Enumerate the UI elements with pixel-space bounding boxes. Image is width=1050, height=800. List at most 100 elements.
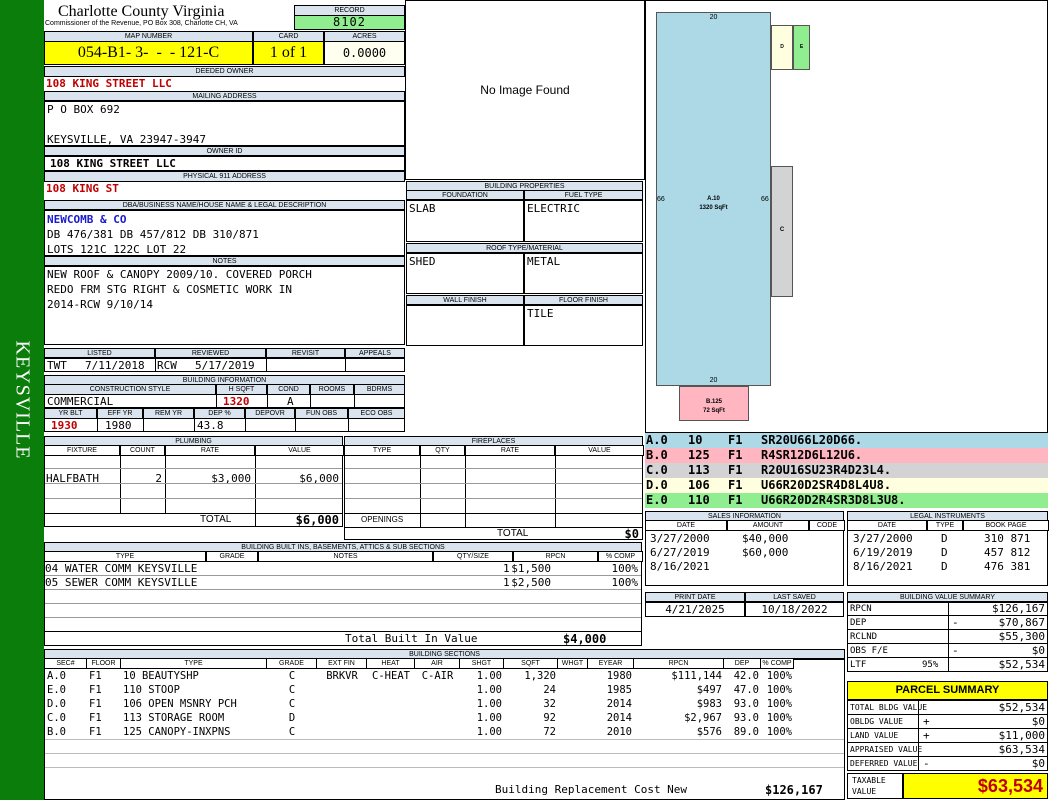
section-cell-type: 106 OPEN MSNRY PCH [123,698,237,710]
section-cell-floor: F1 [89,670,102,682]
section-empty-row [45,767,844,781]
notes-line-1: NEW ROOF & CANOPY 2009/10. COVERED PORCH [47,268,312,281]
parcel-summary-table: TOTAL BLDG VALUE $52,534 OBLDG VALUE + $… [847,700,1048,771]
section-row: D.0 F1 106 OPEN MSNRY PCH C 1.00 32 2014 $983 93… [45,697,844,711]
sketch-right-dim: 66 [761,196,769,203]
depreciation: 43.8 [197,419,224,432]
wall-finish-value [406,304,524,346]
section-cell-comp: 100% [766,684,792,696]
sections-col-header: FLOOR [86,658,121,669]
section-cell-shgt: 1.00 [476,712,502,724]
fireplaces-table: TYPE QTY RATE VALUE OPENINGS TOTAL $0 [344,445,644,541]
section-cell-dep: 93.0 [733,698,759,710]
deeded-owner-label: DEEDED OWNER [44,66,405,77]
section-cell-type: 125 CANOPY-INXPNS [123,726,231,738]
section-cell-sqft: 32 [543,698,556,710]
section-cell-comp: 100% [766,670,792,682]
plumbing-total: $6,000 [295,513,339,527]
sketch-b-area: 72 SqFt [703,408,725,414]
sale-amount: $60,000 [742,546,789,559]
taxable-label-box: TAXABLE VALUE [847,773,903,799]
sections-col-header: SEC# [44,658,87,669]
notes-line-2: REDO FRM STG RIGHT & COSMETIC WORK IN [47,283,293,296]
fuel-type-value: ELECTRIC [524,199,643,242]
reviewed-date: 5/17/2019 [195,359,255,372]
section-cell-ext: BRKVR [326,670,358,682]
builtin-total: $4,000 [563,632,607,646]
section-cell-sqft: 92 [543,712,556,724]
fireplace-openings-label: OPENINGS [361,515,404,524]
legal-line-1: DB 476/381 DB 457/812 DB 310/871 [47,228,259,241]
section-cell-grade: C [288,698,296,710]
section-cell-eyear: 2010 [606,726,632,738]
value-row: DEP - $70,867 [847,615,1048,630]
listed-by: TWT [47,359,67,372]
parcel-row: LAND VALUE + $11,000 [847,728,1048,743]
sections-col-header: % COMP [760,658,794,669]
parcel-row: APPRAISED VALUE $63,534 [847,742,1048,757]
plumbing-total-label: TOTAL [200,514,232,525]
sections-header: SEC# FLOOR TYPE GRADE EXT FIN HEAT AIR SHGT SQFT… [44,658,844,669]
construction-row: COMMERCIAL 1320 A [44,394,405,408]
sketch-section-b: B.125 72 SqFt [679,386,749,421]
builtin-type: 04 WATER COMM KEYSVILLE [45,562,198,575]
notes-box: NEW ROOF & CANOPY 2009/10. COVERED PORCH… [44,265,405,345]
sketch-c-label: C [779,227,785,233]
sketch-e-label: E [799,44,804,50]
sale-date: 8/16/2021 [650,560,710,573]
location-sidebar: KEYSVILLE [0,0,44,800]
section-cell-rpcn: $2,967 [684,712,722,724]
builtin-rpcn: $1,500 [511,562,551,575]
sketch-codes: A.0 10 F1 SR20U66L20D66. B.0 125 F1 R4SR… [645,433,1048,508]
section-cell-grade: C [288,684,296,696]
sketch-code-row: B.0 125 F1 R4SR12D6L12U6. [645,448,1048,463]
section-cell-rpcn: $983 [696,698,722,710]
parcel-row: OBLDG VALUE + $0 [847,714,1048,729]
sections-col-header: SQFT [503,658,558,669]
section-cell-floor: F1 [89,726,102,738]
builtin-type: 05 SEWER COMM KEYSVILLE [45,576,198,589]
section-cell-comp: 100% [766,698,792,710]
year-row: 1930 1980 43.8 [44,418,405,432]
builtins-table: TYPE GRADE NOTES QTY/SIZE RPCN % COMP 04… [44,551,643,646]
section-cell-dep: 47.0 [733,684,759,696]
replacement-cost: $126,167 [765,783,823,797]
section-cell-shgt: 1.00 [476,684,502,696]
section-cell-eyear: 1980 [606,670,632,682]
section-cell-sec: B.0 [47,726,66,738]
value-row: RCLND $55,300 [847,629,1048,644]
deeded-owner: 108 KING STREET LLC [46,77,172,90]
section-cell-floor: F1 [89,684,102,696]
section-cell-type: 10 BEAUTYSHP [123,670,199,682]
section-cell-comp: 100% [766,726,792,738]
floor-finish-value: TILE [524,304,643,346]
section-row: B.0 F1 125 CANOPY-INXPNS C 1.00 72 2010 $576 89.… [45,725,844,739]
sketch-d-label: D [780,44,784,50]
value-row: LTF 95% $52,534 [847,657,1048,672]
sections-rows: A.0 F1 10 BEAUTYSHP C BRKVR C-HEAT C-AIR 1.00 1,… [45,669,844,781]
physical-address-label: PHYSICAL 911 ADDRESS [44,171,405,182]
section-cell-eyear: 2014 [606,712,632,724]
sketch-a-area: 1320 SqFt [699,205,728,211]
section-cell-shgt: 1.00 [476,698,502,710]
section-cell-shgt: 1.00 [476,670,502,682]
sections-col-header: EYEAR [587,658,634,669]
building-sections-table: SEC# FLOOR TYPE GRADE EXT FIN HEAT AIR SHGT SQFT… [44,658,845,800]
physical-address: 108 KING ST [46,182,119,195]
value-row: RPCN $126,167 [847,601,1048,616]
section-row: C.0 F1 113 STORAGE ROOM D 1.00 92 2014 $2,967 93… [45,711,844,725]
section-cell-sec: A.0 [47,670,66,682]
reviewed-by: RCW [157,359,177,372]
owner-id: 108 KING STREET LLC [44,155,405,171]
listed-date: 7/11/2018 [85,359,145,372]
section-cell-rpcn: $111,144 [671,670,722,682]
card-number: 1 of 1 [253,41,324,65]
section-cell-sec: E.0 [47,684,66,696]
plumbing-table: FIXTURE COUNT RATE VALUE HALFBATH 2 $3,0… [44,445,344,527]
builtin-comp: 100% [611,562,639,575]
section-cell-dep: 42.0 [733,670,759,682]
sections-col-header: HEAT [366,658,415,669]
commissioner-address: Commissioner of the Revenue, PO Box 308,… [45,20,238,27]
section-cell-grade: C [288,670,296,682]
section-cell-floor: F1 [89,698,102,710]
